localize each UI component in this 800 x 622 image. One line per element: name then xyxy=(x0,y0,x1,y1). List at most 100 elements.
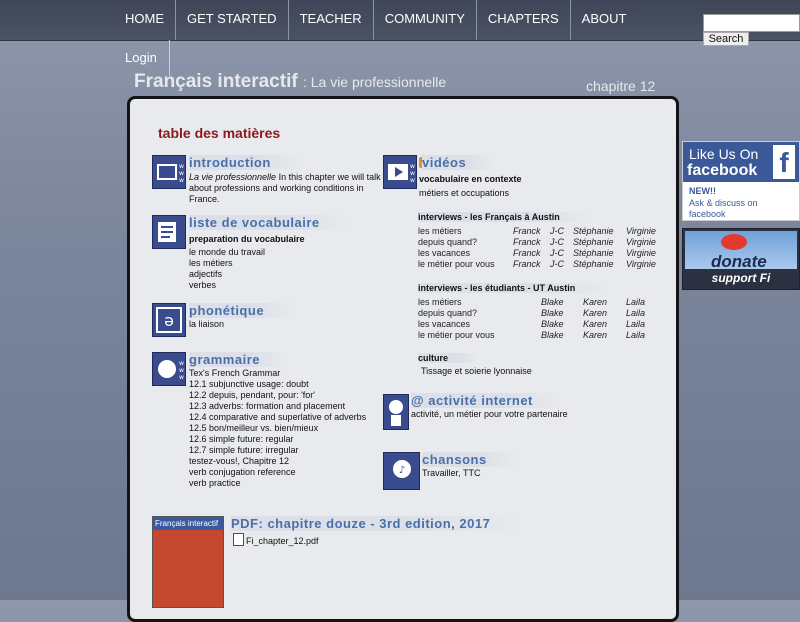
book-label: Français interactif xyxy=(153,517,223,530)
grammar-item[interactable]: Tex's French Grammar xyxy=(189,368,280,378)
row-link[interactable]: Virginie xyxy=(626,259,656,269)
songs-heading[interactable]: chansons xyxy=(422,452,517,467)
grammar-heading[interactable]: grammaire xyxy=(189,352,290,367)
grammar-item[interactable]: 12.4 comparative and superlative of adve… xyxy=(189,412,366,422)
row-link[interactable]: J-C xyxy=(550,248,564,258)
site-title: Français interactif : La vie professionn… xyxy=(134,71,446,93)
row-link[interactable]: Franck xyxy=(513,226,541,236)
grammar-icon[interactable]: www xyxy=(152,352,186,386)
row-link[interactable]: J-C xyxy=(550,259,564,269)
row-link[interactable]: Blake xyxy=(541,308,564,318)
grammar-item[interactable]: verb conjugation reference xyxy=(189,467,296,477)
facebook-link-text[interactable]: Ask & discuss on facebook xyxy=(689,198,758,220)
nav-community[interactable]: COMMUNITY xyxy=(374,0,477,40)
grammar-item[interactable]: 12.7 simple future: irregular xyxy=(189,445,299,455)
textbook-cover-image[interactable]: Français interactif xyxy=(152,516,224,608)
grammar-item[interactable]: 12.3 adverbs: formation and placement xyxy=(189,401,345,411)
culture-heading: culture xyxy=(418,353,479,363)
vocab-item[interactable]: le monde du travail xyxy=(189,247,265,257)
row-link[interactable]: Blake xyxy=(541,330,564,340)
row-link[interactable]: Virginie xyxy=(626,226,656,236)
row-topic: depuis quand? xyxy=(418,237,478,247)
nav-get-started[interactable]: GET STARTED xyxy=(176,0,289,40)
videos-sub-item[interactable]: métiers et occupations xyxy=(419,188,509,198)
songs-item[interactable]: Travailler, TTC xyxy=(422,468,481,478)
introduction-heading[interactable]: introduction xyxy=(189,155,301,170)
row-link[interactable]: Franck xyxy=(513,237,541,247)
row-topic: les métiers xyxy=(418,297,462,307)
video-icon[interactable]: www xyxy=(383,155,417,189)
row-link[interactable]: Virginie xyxy=(626,248,656,258)
internet-activity-item[interactable]: activité, un métier pour votre partenair… xyxy=(411,409,568,419)
row-link[interactable]: Stéphanie xyxy=(573,248,614,258)
vocab-item[interactable]: les métiers xyxy=(189,258,233,268)
donate-widget[interactable]: donate support Fi xyxy=(682,228,800,290)
pdf-file-link[interactable]: Fi_chapter_12.pdf xyxy=(246,536,319,546)
row-link[interactable]: Stéphanie xyxy=(573,226,614,236)
row-link[interactable]: Laila xyxy=(626,297,645,307)
row-link[interactable]: Stéphanie xyxy=(573,237,614,247)
vocabulary-icon[interactable] xyxy=(152,215,186,249)
phonetics-heading[interactable]: phonétique xyxy=(189,303,295,318)
grammar-item[interactable]: testez-vous!, Chapitre 12 xyxy=(189,456,289,466)
interviews-etudiants-heading: interviews - les étudiants - UT Austin xyxy=(418,283,606,293)
vocab-preparation[interactable]: preparation du vocabulaire xyxy=(189,234,305,244)
introduction-text-1: La vie professionnelle In this chapter w… xyxy=(189,172,381,182)
phonetics-item[interactable]: la liaison xyxy=(189,319,224,329)
row-link[interactable]: Karen xyxy=(583,330,607,340)
row-link[interactable]: Virginie xyxy=(626,237,656,247)
row-link[interactable]: J-C xyxy=(550,237,564,247)
svg-text:ə: ə xyxy=(164,311,174,330)
grammar-item[interactable]: verb practice xyxy=(189,478,241,488)
row-link[interactable]: Blake xyxy=(541,297,564,307)
row-link[interactable]: Karen xyxy=(583,297,607,307)
search-button[interactable]: Search xyxy=(703,32,749,46)
intro-text: In this chapter we will talk xyxy=(276,172,381,182)
nav-home[interactable]: HOME xyxy=(114,0,176,40)
chapter-number: chapitre 12 xyxy=(586,78,656,94)
vocab-item[interactable]: verbes xyxy=(189,280,216,290)
svg-text:w: w xyxy=(179,177,184,184)
internet-activity-heading[interactable]: @ activité internet xyxy=(411,393,563,408)
row-link[interactable]: Blake xyxy=(541,319,564,329)
pdf-heading[interactable]: PDF: chapitre douze - 3rd edition, 2017 xyxy=(231,516,521,531)
row-link[interactable]: Karen xyxy=(583,308,607,318)
facebook-widget[interactable]: Like Us On facebook f NEW!! Ask & discus… xyxy=(682,141,800,221)
row-link[interactable]: Laila xyxy=(626,308,645,318)
row-link[interactable]: Karen xyxy=(583,319,607,329)
svg-text:w: w xyxy=(410,177,415,184)
videos-sub[interactable]: vocabulaire en contexte xyxy=(419,174,522,184)
grammar-item[interactable]: 12.6 simple future: regular xyxy=(189,434,294,444)
culture-item[interactable]: Tissage et soierie lyonnaise xyxy=(421,366,532,376)
donate-banner[interactable]: donate xyxy=(685,231,797,271)
vocabulary-heading[interactable]: liste de vocabulaire xyxy=(189,215,350,230)
svg-text:w: w xyxy=(179,163,184,170)
grammar-item[interactable]: 12.1 subjunctive usage: doubt xyxy=(189,379,309,389)
row-link[interactable]: Stéphanie xyxy=(573,259,614,269)
nav-about[interactable]: ABOUT xyxy=(571,0,638,40)
intro-italic: La vie professionnelle xyxy=(189,172,277,182)
toc-title: table des matières xyxy=(158,125,281,141)
grammar-item[interactable]: 12.2 depuis, pendant, pour: 'for' xyxy=(189,390,315,400)
www-book-icon[interactable]: www xyxy=(152,155,186,189)
nav-chapters[interactable]: CHAPTERS xyxy=(477,0,571,40)
main-nav: HOME GET STARTED TEACHER COMMUNITY CHAPT… xyxy=(114,0,637,40)
row-link[interactable]: Franck xyxy=(513,259,541,269)
phonetics-icon[interactable]: ə xyxy=(152,303,186,337)
grammar-item[interactable]: 12.5 bon/meilleur vs. bien/mieux xyxy=(189,423,318,433)
row-link[interactable]: Franck xyxy=(513,248,541,258)
vocab-item[interactable]: adjectifs xyxy=(189,269,222,279)
internet-activity-icon[interactable] xyxy=(383,394,409,430)
facebook-banner[interactable]: Like Us On facebook f xyxy=(683,142,799,182)
search-input[interactable] xyxy=(703,14,800,32)
songs-icon[interactable]: ♪ xyxy=(383,452,420,490)
pdf-file-icon[interactable] xyxy=(233,533,244,546)
row-link[interactable]: Laila xyxy=(626,330,645,340)
facebook-like-text: Like Us On xyxy=(689,146,759,162)
svg-text:w: w xyxy=(410,163,415,170)
row-link[interactable]: Laila xyxy=(626,319,645,329)
videos-heading[interactable]: vidéos xyxy=(422,155,497,170)
fb-line-2: facebook xyxy=(689,209,726,219)
nav-teacher[interactable]: TEACHER xyxy=(289,0,374,40)
row-link[interactable]: J-C xyxy=(550,226,564,236)
